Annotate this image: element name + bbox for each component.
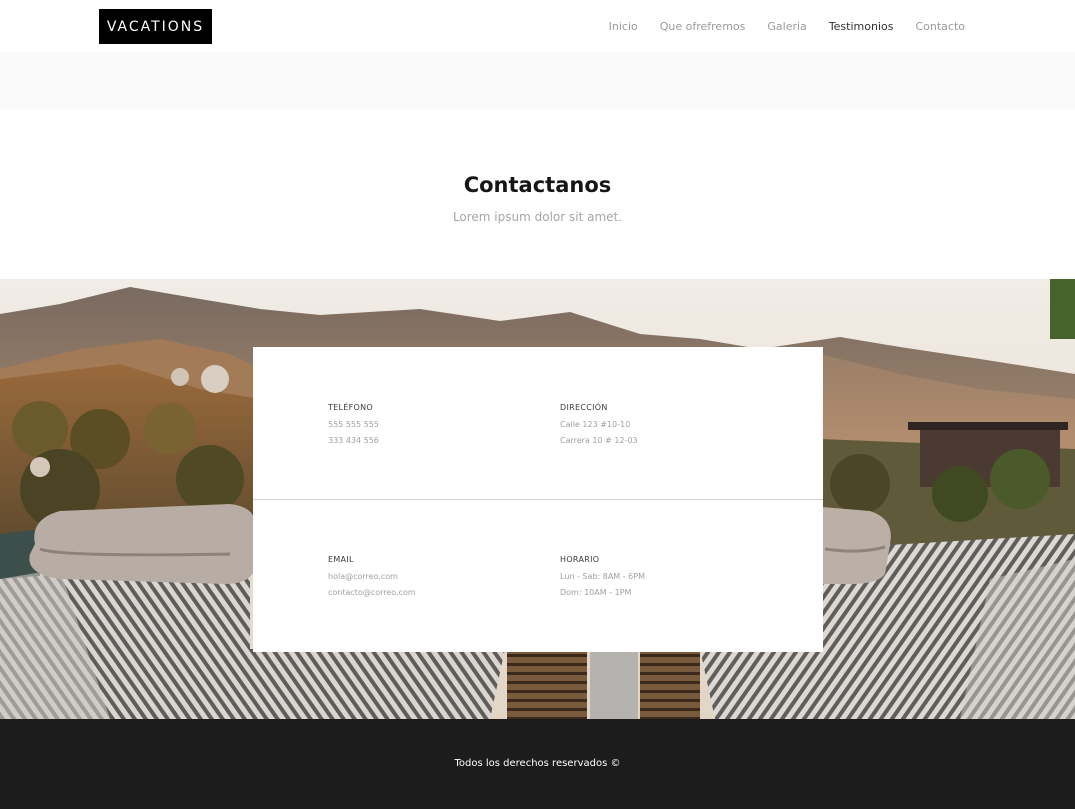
main-nav: Inicio Que ofrefremos Galeria Testimonio… xyxy=(609,0,965,52)
contact-subtitle: Lorem ipsum dolor sit amet. xyxy=(452,210,623,224)
nav-link-inicio[interactable]: Inicio xyxy=(609,20,638,33)
footer-copyright: Todos los derechos reservados © xyxy=(454,758,621,769)
direccion-line-2: Carrera 10 # 12-03 xyxy=(560,436,638,445)
direccion-label: DIRECCIÓN xyxy=(560,403,608,412)
contact-card: TELÉFONO 555 555 555 333 434 556 DIRECCI… xyxy=(253,347,823,652)
telefono-line-2[interactable]: 333 434 556 xyxy=(328,433,379,449)
horario-label: HORARIO xyxy=(560,555,600,564)
gray-band xyxy=(0,52,1075,110)
nav-link-contacto[interactable]: Contacto xyxy=(915,20,965,33)
contact-horario: HORARIO Lun - Sab: 8AM - 6PM Dom: 10AM -… xyxy=(560,555,645,601)
email-line-2[interactable]: contacto@correo.com xyxy=(328,585,416,601)
footer: Todos los derechos reservados © xyxy=(0,719,1075,809)
email-label: EMAIL xyxy=(328,555,354,564)
nav-link-que-ofrefremos[interactable]: Que ofrefremos xyxy=(660,20,746,33)
contact-direccion: DIRECCIÓN Calle 123 #10-10 Carrera 10 # … xyxy=(560,403,638,449)
telefono-line-1[interactable]: 555 555 555 xyxy=(328,417,379,433)
telefono-label: TELÉFONO xyxy=(328,403,374,412)
contact-email: EMAIL hola@correo.com contacto@correo.co… xyxy=(328,555,416,601)
card-divider xyxy=(253,499,823,500)
horario-line-2: Dom: 10AM - 1PM xyxy=(560,588,632,597)
contact-title: Contactanos xyxy=(463,173,612,197)
navbar: VACATIONS Inicio Que ofrefremos Galeria … xyxy=(0,0,1075,52)
nav-link-galeria[interactable]: Galeria xyxy=(767,20,806,33)
direccion-line-1: Calle 123 #10-10 xyxy=(560,420,631,429)
nav-link-testimonios[interactable]: Testimonios xyxy=(829,20,894,33)
contact-telefono: TELÉFONO 555 555 555 333 434 556 xyxy=(328,403,379,449)
horario-line-1: Lun - Sab: 8AM - 6PM xyxy=(560,572,645,581)
email-line-1[interactable]: hola@correo.com xyxy=(328,569,416,585)
brand-logo[interactable]: VACATIONS xyxy=(99,9,212,44)
